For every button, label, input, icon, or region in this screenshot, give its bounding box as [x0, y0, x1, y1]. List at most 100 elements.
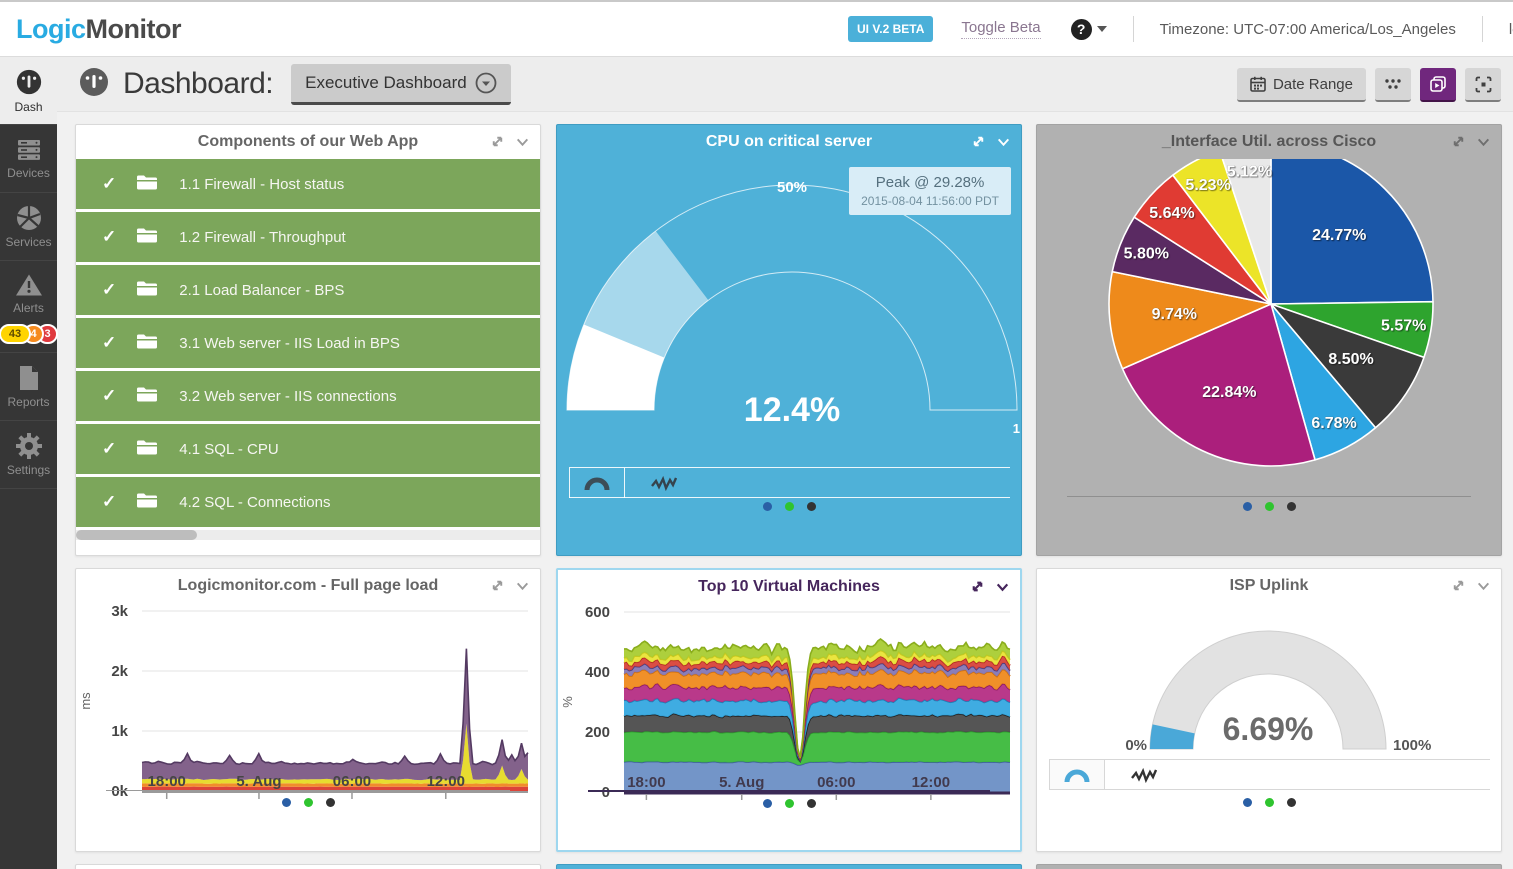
component-row[interactable]: ✓3.1 Web server - IIS Load in BPS	[76, 318, 540, 368]
svg-text:600: 600	[585, 604, 610, 621]
component-label: 3.2 Web server - IIS connections	[179, 388, 396, 405]
sidebar-item-label: Reports	[7, 395, 49, 409]
expand-icon[interactable]	[1451, 578, 1466, 593]
panel-partial	[556, 864, 1022, 869]
panel-cpu-gauge: CPU on critical server 50% 12.4% 1 Peak …	[556, 124, 1022, 556]
x-axis-tick-label: 06:00	[817, 774, 855, 791]
tab-sparkline-view[interactable]	[1105, 759, 1490, 790]
folder-icon	[136, 492, 157, 513]
toggle-beta-link[interactable]: Toggle Beta	[961, 19, 1040, 39]
component-row[interactable]: ✓3.2 Web server - IIS connections	[76, 371, 540, 421]
pager-dot-1[interactable]	[763, 799, 772, 808]
pager-dot-1[interactable]	[1243, 798, 1252, 807]
tab-gauge-view[interactable]	[1049, 759, 1105, 790]
panel-title: Top 10 Virtual Machines	[698, 578, 880, 596]
sidebar-item-settings[interactable]: Settings	[0, 421, 57, 489]
sidebar-item-reports[interactable]: Reports	[0, 353, 57, 421]
chevron-down-icon[interactable]	[1476, 134, 1491, 149]
sparkline-icon	[1131, 767, 1157, 783]
services-icon	[16, 205, 42, 231]
pager-dot-3[interactable]	[807, 502, 816, 511]
tab-sparkline-view[interactable]	[625, 467, 1010, 498]
expand-icon[interactable]	[971, 134, 986, 149]
logicmonitor-logo: LogicMonitor	[16, 14, 181, 45]
horizontal-scrollbar	[76, 530, 540, 540]
tab-gauge-view[interactable]	[569, 467, 625, 498]
svg-text:5.12%: 5.12%	[1227, 163, 1272, 180]
slideshow-icon	[1429, 75, 1447, 93]
alert-badge-warning[interactable]: 43	[0, 324, 31, 344]
x-axis-tick-label: 5. Aug	[719, 774, 764, 791]
expand-icon[interactable]	[490, 578, 505, 593]
component-row[interactable]: ✓ 4.2 SQL - Connections	[76, 477, 540, 527]
pager-dot-3[interactable]	[807, 799, 816, 808]
pager-dot-1[interactable]	[282, 798, 291, 807]
peak-timestamp: 2015-08-04 11:56:00 PDT	[861, 194, 999, 208]
component-label: 4.2 SQL - Connections	[179, 494, 330, 511]
gauge-max-label: 100%	[1393, 737, 1431, 754]
gauge-arc-icon	[584, 476, 610, 491]
sidebar-item-devices[interactable]: Devices	[0, 125, 57, 193]
expand-icon[interactable]	[970, 579, 985, 594]
pager-dot-2[interactable]	[1265, 798, 1274, 807]
dashboard-gauge-icon	[79, 67, 109, 102]
component-row[interactable]: ✓1.2 Firewall - Throughput	[76, 212, 540, 262]
dashboard-selector-label: Executive Dashboard	[305, 73, 467, 93]
alert-count-badges[interactable]: 4343	[0, 324, 58, 344]
scrollbar-thumb[interactable]	[76, 530, 197, 540]
help-icon[interactable]: ?	[1071, 19, 1092, 40]
sidebar-item-dash[interactable]: Dash	[0, 57, 57, 125]
timezone-label: Timezone: UTC-07:00 America/Los_Angeles	[1160, 21, 1456, 38]
pager-dot-2[interactable]	[785, 799, 794, 808]
chevron-down-icon[interactable]	[996, 134, 1011, 149]
expand-icon[interactable]	[1451, 134, 1466, 149]
pager-dot-3[interactable]	[1287, 502, 1296, 511]
peak-tooltip: Peak @ 29.28% 2015-08-04 11:56:00 PDT	[849, 167, 1011, 215]
account-name[interactable]: logicmonitor	[1509, 21, 1513, 38]
svg-text:8.50%: 8.50%	[1328, 351, 1373, 368]
svg-text:9.74%: 9.74%	[1152, 306, 1197, 323]
component-row[interactable]: ✓1.1 Firewall - Host status	[76, 159, 540, 209]
svg-text:2k: 2k	[111, 663, 128, 680]
chevron-down-icon[interactable]	[1097, 26, 1107, 32]
chevron-down-icon[interactable]	[1476, 578, 1491, 593]
x-axis-tick-label: 18:00	[148, 773, 186, 790]
pager-dot-2[interactable]	[304, 798, 313, 807]
folder-icon	[136, 333, 157, 354]
panel-title: CPU on critical server	[706, 133, 872, 151]
svg-text:5.57%: 5.57%	[1381, 317, 1426, 334]
slideshow-button[interactable]	[1420, 68, 1456, 102]
more-options-button[interactable]	[1375, 68, 1411, 102]
chevron-down-icon[interactable]	[515, 134, 530, 149]
chevron-down-icon[interactable]	[995, 579, 1010, 594]
component-row[interactable]: ✓2.1 Load Balancer - BPS	[76, 265, 540, 315]
gauge-arc-icon	[1064, 768, 1090, 783]
pager-dots	[558, 799, 1020, 808]
panel-title: ISP Uplink	[1230, 577, 1309, 595]
svg-text:24.77%: 24.77%	[1312, 227, 1366, 244]
component-row[interactable]: ✓4.1 SQL - CPU	[76, 424, 540, 474]
fullscreen-button[interactable]	[1465, 68, 1501, 102]
check-icon: ✓	[102, 280, 116, 300]
panel-isp-uplink: ISP Uplink 6.69% 0% 100%	[1036, 568, 1502, 852]
help-menu[interactable]: ?	[1071, 19, 1107, 40]
pager-dot-1[interactable]	[763, 502, 772, 511]
pager-dot-2[interactable]	[785, 502, 794, 511]
expand-icon[interactable]	[490, 134, 505, 149]
pager-dot-1[interactable]	[1243, 502, 1252, 511]
pager-dots	[557, 502, 1021, 511]
panel-interface-pie: _Interface Util. across Cisco 24.77%5.57…	[1036, 124, 1502, 556]
check-icon: ✓	[102, 174, 116, 194]
sidebar-item-services[interactable]: Services	[0, 193, 57, 261]
dots-menu-icon	[1384, 77, 1402, 91]
check-icon: ✓	[102, 492, 116, 512]
report-icon	[18, 365, 40, 391]
date-range-button[interactable]: Date Range	[1237, 68, 1366, 102]
chevron-down-icon[interactable]	[515, 578, 530, 593]
pager-dot-3[interactable]	[326, 798, 335, 807]
pager-dot-2[interactable]	[1265, 502, 1274, 511]
dashboard-selector[interactable]: Executive Dashboard	[291, 64, 511, 105]
sidebar-item-alerts[interactable]: Alerts4343	[0, 261, 57, 353]
sidebar-nav: DashDevicesServicesAlerts4343 Reports Sett…	[0, 57, 57, 869]
pager-dot-3[interactable]	[1287, 798, 1296, 807]
